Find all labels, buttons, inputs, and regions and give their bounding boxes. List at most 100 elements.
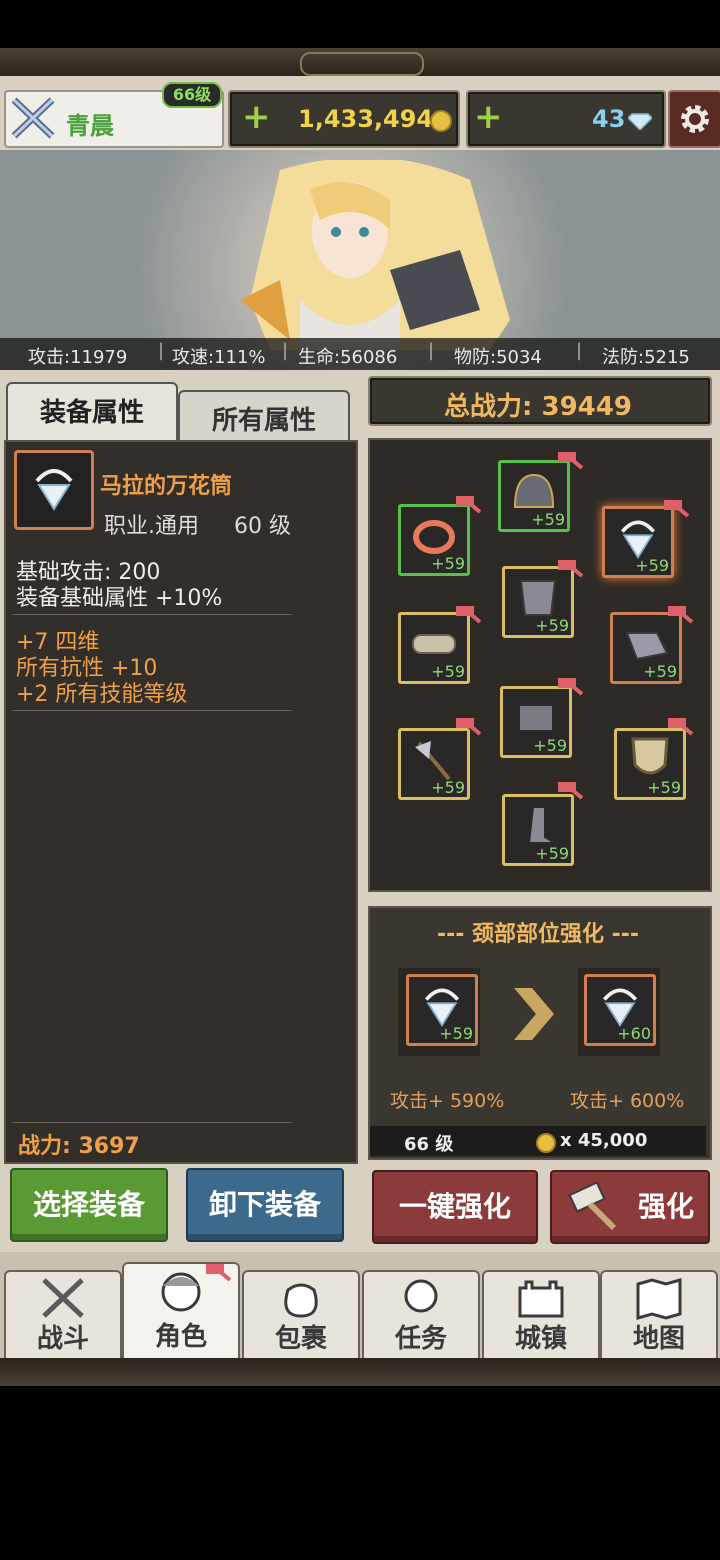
belt-icon	[518, 704, 554, 732]
stat-phys-def: 物防:5034	[454, 347, 542, 368]
nav-label: 地图	[632, 1324, 685, 1354]
enhance-level: +59	[635, 556, 669, 575]
total-power-box: 总战力: 39449	[368, 376, 712, 426]
gauntlet-icon	[625, 632, 669, 661]
necklace-icon	[35, 469, 73, 511]
tab-equipment-attributes[interactable]: 装备属性	[6, 382, 178, 444]
enhance-level: +59	[431, 778, 465, 797]
hammer-flag-icon	[456, 496, 482, 514]
gem-amount: 43	[592, 105, 626, 133]
hammer-flag-icon	[668, 718, 694, 736]
enhance-level: +59	[431, 554, 465, 573]
stat-attack: 攻击:11979	[28, 347, 128, 368]
upgrade-cost-bar: 66 级 x 45,000	[370, 1126, 706, 1156]
equipment-detail-panel: 马拉的万花筒 职业.通用 60 级 基础攻击: 200 装备基础属性 +10% …	[4, 440, 358, 1164]
stat-hp: 生命:56086	[298, 347, 398, 368]
bottom-ornament-bar	[0, 1358, 720, 1386]
unequip-button[interactable]: 卸下装备	[186, 1168, 344, 1242]
hero-stats-bar: 攻击:11979 | 攻速:111% | 生命:56086 | 物防:5034 …	[0, 338, 720, 370]
enhance-level: +59	[535, 844, 569, 863]
armor-icon	[519, 580, 557, 616]
add-gold-button[interactable]: +	[242, 92, 271, 142]
item-name: 马拉的万花筒	[100, 474, 233, 499]
nav-label: 包裹	[274, 1324, 327, 1354]
necklace-icon	[620, 520, 656, 560]
to-stat: 攻击+ 600%	[570, 1090, 685, 1112]
one-click-upgrade-button[interactable]: 一键强化	[372, 1170, 538, 1244]
hammer-flag-icon	[206, 1264, 232, 1282]
item-class: 职业.通用	[104, 514, 199, 539]
nav-label: 战斗	[36, 1324, 89, 1354]
hammer-flag-icon	[558, 678, 584, 696]
hammer-flag-icon	[668, 606, 694, 624]
slot-weapon[interactable]: +59	[398, 728, 470, 800]
nav-label: 任务	[394, 1324, 447, 1354]
required-level: 66 级	[404, 1134, 454, 1155]
enhance-level: +59	[439, 1024, 473, 1043]
castle-icon	[518, 1280, 564, 1318]
enhance-level: +59	[431, 662, 465, 681]
character-face-icon	[161, 1272, 201, 1312]
base-attr-stat: 装备基础属性 +10%	[16, 586, 223, 611]
equipment-grid: +59 +59 +59 +59 +59 +59 +59 +59 +59 +59	[368, 438, 712, 892]
top-ornament-bar	[0, 48, 720, 78]
nav-tab-bag[interactable]: 包裹	[242, 1270, 360, 1360]
upgrade-title: --- 颈部部位强化 ---	[436, 922, 640, 947]
upgrade-to-slot: +60	[584, 974, 656, 1046]
stat-attack-speed: 攻速:111%	[172, 347, 266, 368]
hammer-flag-icon	[664, 500, 690, 518]
slot-belt[interactable]: +59	[500, 686, 572, 758]
add-gems-button[interactable]: +	[474, 92, 503, 142]
helmet-icon	[513, 473, 555, 508]
upgrade-panel: --- 颈部部位强化 --- +59 +60 攻击+ 590% 攻击+ 600%…	[368, 906, 712, 1160]
upgrade-from-slot: +59	[406, 974, 478, 1046]
gem-display: + 43	[466, 90, 666, 148]
slot-shield[interactable]: +59	[614, 728, 686, 800]
settings-button[interactable]	[668, 90, 720, 148]
diamond-icon	[628, 113, 652, 130]
nav-tab-town[interactable]: 城镇	[482, 1270, 600, 1360]
axe-icon	[415, 741, 451, 781]
necklace-icon	[602, 988, 638, 1028]
bag-icon	[284, 1283, 318, 1318]
item-power: 战力: 3697	[18, 1134, 140, 1159]
select-equipment-button[interactable]: 选择装备	[10, 1168, 168, 1242]
crossed-swords-icon	[42, 1278, 84, 1318]
arrow-right-icon	[514, 988, 554, 1040]
nav-tab-battle[interactable]: 战斗	[4, 1270, 122, 1360]
bonus-stat: +2 所有技能等级	[16, 682, 188, 707]
hammer-flag-icon	[558, 452, 584, 470]
shield-icon	[631, 737, 669, 775]
hammer-icon	[568, 1182, 617, 1231]
nav-tab-quest[interactable]: 任务	[362, 1270, 480, 1360]
from-stat: 攻击+ 590%	[390, 1090, 505, 1112]
crossed-swords-icon	[11, 97, 55, 139]
enhance-level: +59	[533, 736, 567, 755]
ring-icon	[413, 520, 455, 554]
gear-icon	[681, 105, 709, 133]
slot-ring[interactable]: +59	[398, 504, 470, 576]
gold-amount: 1,433,494	[298, 105, 434, 133]
slot-boots[interactable]: +59	[502, 794, 574, 866]
nav-label: 角色	[154, 1322, 207, 1352]
level-badge: 66级	[162, 82, 222, 108]
nav-tab-map[interactable]: 地图	[600, 1270, 718, 1360]
gold-coin-icon	[430, 110, 452, 132]
stat-magic-def: 法防:5215	[602, 347, 690, 368]
divider	[12, 1122, 292, 1123]
enhance-level: +60	[617, 1024, 651, 1043]
hero-portrait	[240, 160, 510, 350]
divider	[12, 614, 292, 615]
map-icon	[636, 1278, 682, 1320]
necklace-icon	[424, 988, 460, 1028]
enhance-level: +59	[535, 616, 569, 635]
hammer-flag-icon	[456, 606, 482, 624]
gold-display: + 1,433,494	[228, 90, 460, 148]
enhance-level: +59	[647, 778, 681, 797]
total-power: 总战力: 39449	[444, 392, 632, 422]
enhance-level: +59	[531, 510, 565, 529]
upgrade-button[interactable]: 强化	[550, 1170, 710, 1244]
hammer-flag-icon	[558, 560, 584, 578]
slot-helmet[interactable]: +59	[498, 460, 570, 532]
quest-npc-icon	[404, 1279, 438, 1313]
